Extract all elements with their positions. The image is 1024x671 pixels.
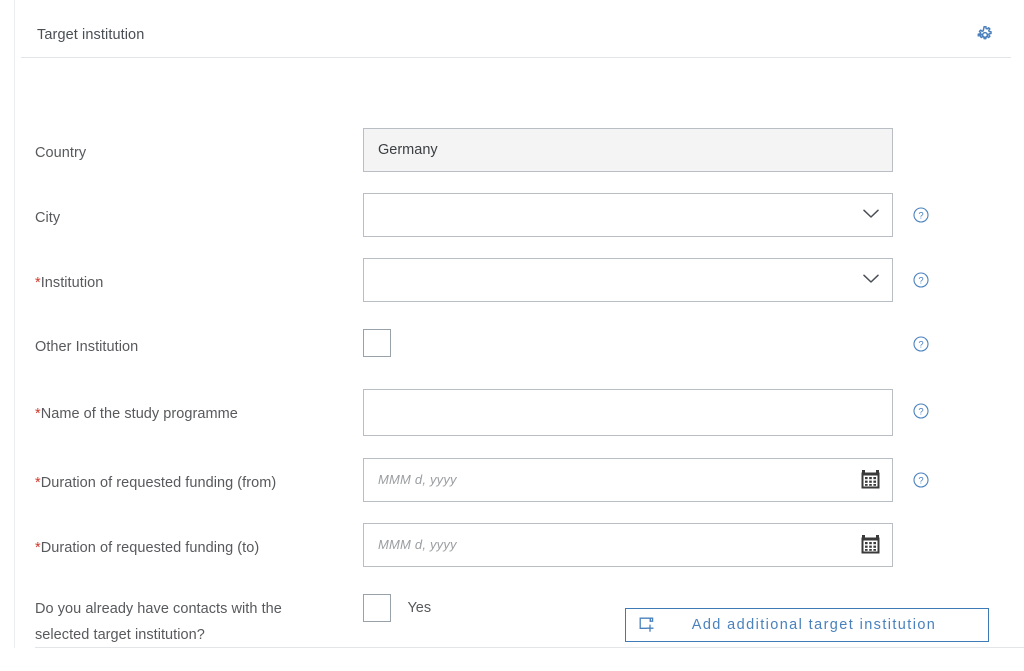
country-input[interactable] xyxy=(363,128,893,172)
field-country xyxy=(363,128,893,172)
label-funding-from: *Duration of requested funding (from) xyxy=(35,472,355,494)
funding-to-date-wrap xyxy=(363,523,893,567)
field-other-institution xyxy=(363,329,391,357)
institution-select[interactable] xyxy=(363,258,893,302)
funding-from-input[interactable] xyxy=(363,458,893,502)
label-funding-from-text: Duration of requested funding (from) xyxy=(40,475,277,491)
city-select[interactable] xyxy=(363,193,893,237)
help-icon-city[interactable]: ? xyxy=(913,207,929,223)
field-institution xyxy=(363,258,893,302)
label-funding-to: *Duration of requested funding (to) xyxy=(35,537,355,559)
target-institution-card: Target institution Country Germany City … xyxy=(14,0,1024,648)
field-city xyxy=(363,193,893,237)
label-country: Country xyxy=(35,142,355,164)
gear-icon[interactable] xyxy=(976,25,994,44)
calendar-icon[interactable] xyxy=(860,534,881,555)
institution-select-wrap xyxy=(363,258,893,302)
svg-text:?: ? xyxy=(918,276,923,287)
other-institution-checkbox[interactable] xyxy=(363,329,391,357)
label-existing-contacts: Do you already have contacts with the se… xyxy=(35,596,325,648)
field-funding-to xyxy=(363,523,893,567)
label-institution-text: Institution xyxy=(40,275,104,291)
svg-text:?: ? xyxy=(918,211,923,222)
page-title: Target institution xyxy=(37,27,145,43)
label-other-institution: Other Institution xyxy=(35,336,355,358)
add-additional-target-institution-button[interactable]: Add additional target institution xyxy=(625,608,989,642)
help-icon-institution[interactable]: ? xyxy=(913,272,929,288)
field-study-programme xyxy=(363,389,893,436)
help-icon-other-institution[interactable]: ? xyxy=(913,336,929,352)
svg-text:?: ? xyxy=(918,476,923,487)
calendar-icon[interactable] xyxy=(860,469,881,490)
field-existing-contacts: Yes xyxy=(363,594,431,622)
label-city: City xyxy=(35,207,355,229)
footer-divider xyxy=(35,647,1024,648)
target-institution-form-page: Target institution Country Germany City … xyxy=(0,0,1024,671)
existing-contacts-checkbox[interactable] xyxy=(363,594,391,622)
existing-contacts-checkbox-label: Yes xyxy=(407,600,432,616)
header-divider xyxy=(21,57,1011,58)
add-additional-target-institution-label: Add additional target institution xyxy=(691,617,937,633)
label-study-programme-text: Name of the study programme xyxy=(40,406,238,422)
help-icon-funding-from[interactable]: ? xyxy=(913,472,929,488)
label-institution: *Institution xyxy=(35,272,355,294)
card-header: Target institution xyxy=(15,0,1011,58)
svg-text:?: ? xyxy=(918,340,923,351)
funding-from-date-wrap xyxy=(363,458,893,502)
label-study-programme: *Name of the study programme xyxy=(35,403,355,425)
city-select-wrap xyxy=(363,193,893,237)
funding-to-input[interactable] xyxy=(363,523,893,567)
label-other-institution-text: Other Institution xyxy=(35,339,139,355)
help-icon-study-programme[interactable]: ? xyxy=(913,403,929,419)
study-programme-input[interactable] xyxy=(363,389,893,436)
label-city-text: City xyxy=(35,210,61,226)
svg-text:?: ? xyxy=(918,407,923,418)
label-funding-to-text: Duration of requested funding (to) xyxy=(40,540,260,556)
add-page-icon xyxy=(639,617,656,634)
label-country-text: Country xyxy=(35,145,87,161)
label-existing-contacts-text: Do you already have contacts with the se… xyxy=(35,601,282,643)
field-funding-from xyxy=(363,458,893,502)
